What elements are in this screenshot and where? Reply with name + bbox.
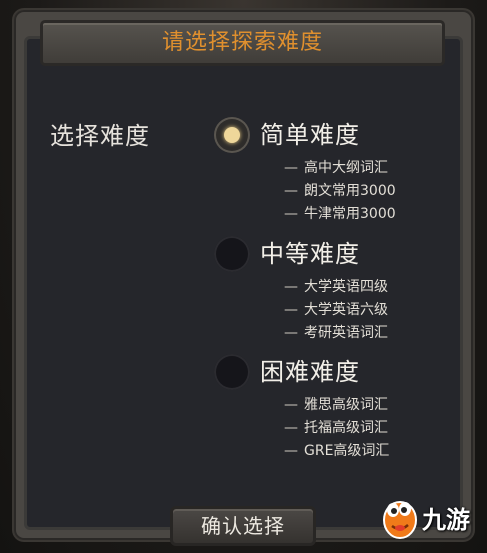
list-item-text: GRE高级词汇 (304, 443, 390, 459)
dash: — (284, 443, 298, 459)
list-item-text: 雅思高级词汇 (304, 397, 388, 413)
list-item: — 托福高级词汇 (284, 417, 389, 440)
dash: — (284, 325, 298, 341)
word-list: — 大学英语四级 — 大学英语六级 — 考研英语词汇 (284, 276, 388, 345)
list-item: — 朗文常用3000 (284, 180, 396, 203)
game-screen: 请选择探索难度 选择难度 简单难度 — 高中大纲词汇 — 朗文常用3000 — 牛津常… (0, 0, 487, 553)
word-list: — 雅思高级词汇 — 托福高级词汇 — GRE高级词汇 (284, 394, 389, 463)
dialog-title-bar: 请选择探索难度 (40, 20, 445, 66)
site-watermark: 九游 (378, 490, 482, 540)
list-item-text: 牛津常用3000 (304, 206, 396, 222)
list-item-text: 托福高级词汇 (304, 420, 388, 436)
list-item-text: 大学英语四级 (304, 279, 388, 295)
watermark-text: 九游 (422, 506, 470, 534)
dialog-panel (24, 36, 463, 530)
list-item-text: 高中大纲词汇 (304, 160, 388, 176)
dash: — (284, 279, 298, 295)
list-item: — 牛津常用3000 (284, 203, 396, 226)
difficulty-label: 选择难度 (50, 122, 150, 150)
dash: — (284, 183, 298, 199)
list-item: — 雅思高级词汇 (284, 394, 389, 417)
list-item: — 考研英语词汇 (284, 322, 388, 345)
list-item: — 高中大纲词汇 (284, 157, 396, 180)
dash: — (284, 160, 298, 176)
option-label: 中等难度 (260, 240, 360, 268)
option-label: 困难难度 (260, 358, 360, 386)
list-item: — GRE高级词汇 (284, 440, 389, 463)
radio-medium[interactable] (214, 236, 250, 272)
mascot-logo-icon (383, 501, 417, 539)
word-list: — 高中大纲词汇 — 朗文常用3000 — 牛津常用3000 (284, 157, 396, 226)
dash: — (284, 206, 298, 222)
option-label: 简单难度 (260, 121, 360, 149)
list-item: — 大学英语六级 (284, 299, 388, 322)
list-item-text: 大学英语六级 (304, 302, 388, 318)
dash: — (284, 397, 298, 413)
list-item: — 大学英语四级 (284, 276, 388, 299)
dash: — (284, 420, 298, 436)
radio-easy[interactable] (214, 117, 250, 153)
confirm-button[interactable]: 确认选择 (170, 506, 316, 546)
dash: — (284, 302, 298, 318)
list-item-text: 朗文常用3000 (304, 183, 396, 199)
dialog-title: 请选择探索难度 (161, 30, 323, 55)
radio-hard[interactable] (214, 354, 250, 390)
list-item-text: 考研英语词汇 (304, 325, 388, 341)
